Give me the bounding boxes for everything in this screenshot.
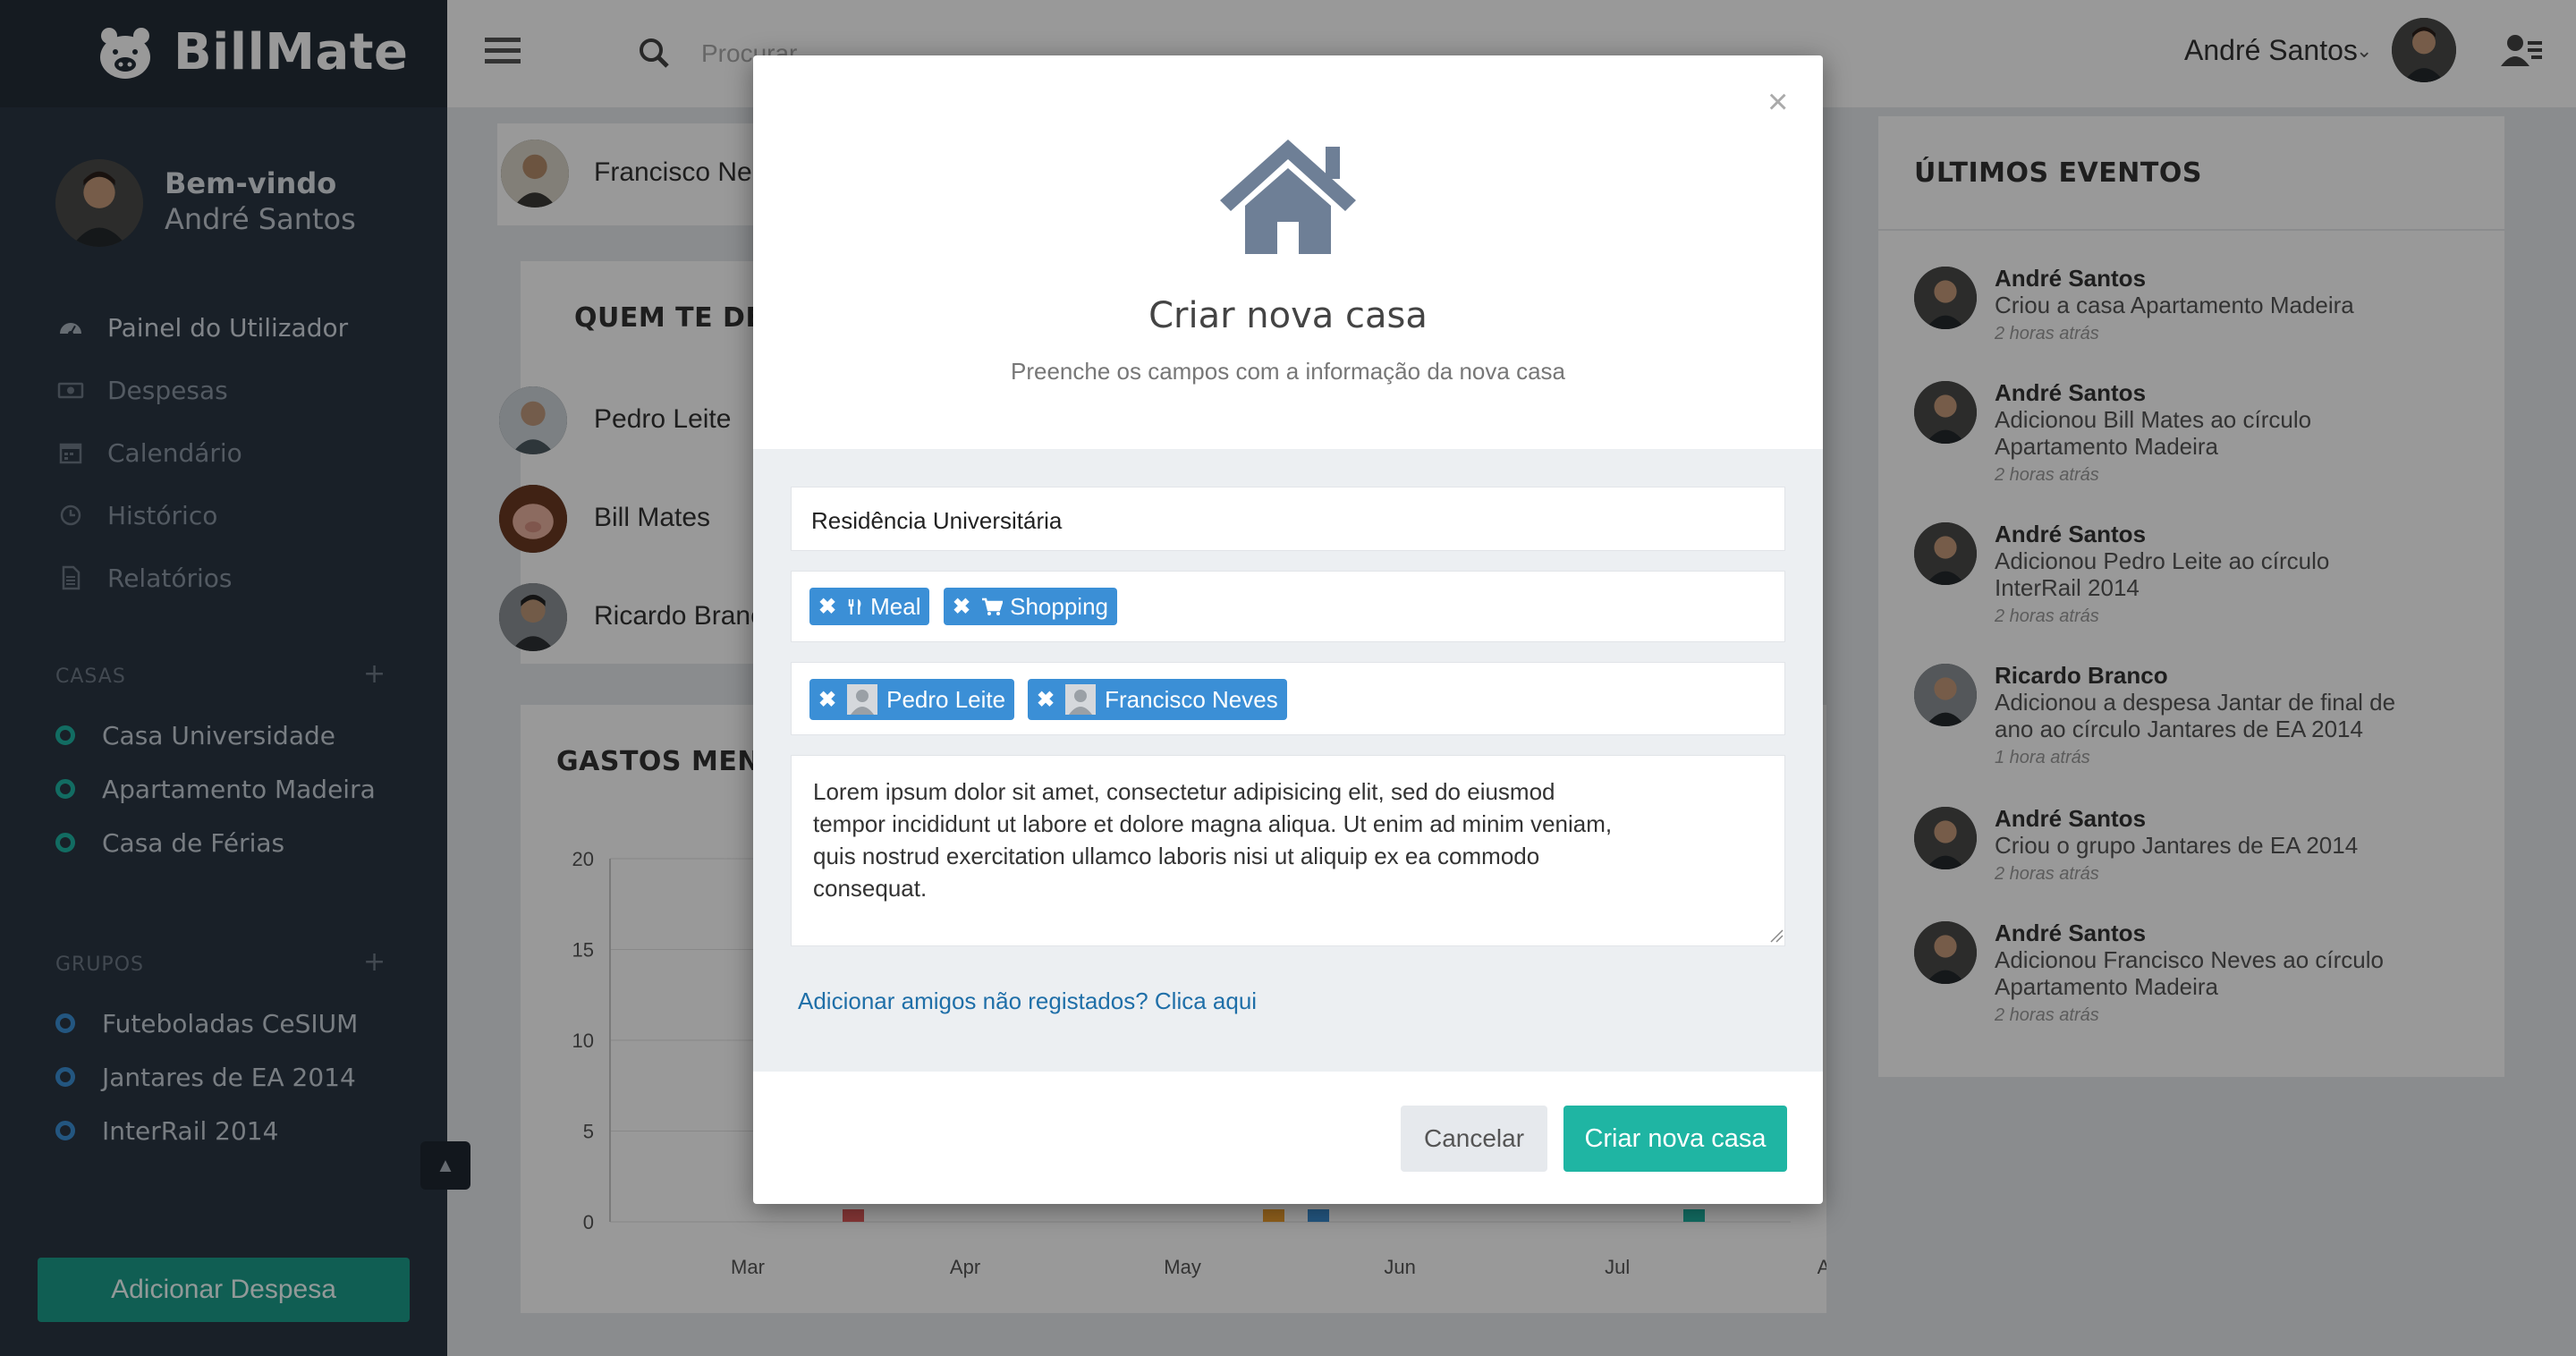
categories-input[interactable]: ✖ Meal ✖ Shopping <box>791 571 1785 642</box>
avatar-placeholder-icon <box>1065 684 1097 715</box>
remove-tag-icon[interactable]: ✖ <box>818 594 836 620</box>
tag-label: Meal <box>870 592 921 620</box>
resize-handle-icon[interactable] <box>1769 928 1784 943</box>
cutlery-icon <box>847 597 863 616</box>
cart-icon <box>981 597 1004 616</box>
tag-label: Francisco Neves <box>1105 685 1278 713</box>
close-icon[interactable]: × <box>1767 82 1788 123</box>
house-icon <box>1213 132 1363 258</box>
tag-label: Pedro Leite <box>886 685 1006 713</box>
remove-tag-icon[interactable]: ✖ <box>1037 687 1055 713</box>
category-tag-shopping: ✖ Shopping <box>944 588 1117 625</box>
add-unregistered-friends-link[interactable]: Adicionar amigos não registados? Clica a… <box>798 987 1257 1015</box>
member-tag: ✖ Pedro Leite <box>809 679 1015 720</box>
cancel-button[interactable]: Cancelar <box>1401 1106 1547 1172</box>
description-textarea[interactable]: Lorem ipsum dolor sit amet, consectetur … <box>791 755 1785 946</box>
modal-subtitle: Preenche os campos com a informação da n… <box>1010 358 1565 385</box>
house-name-input[interactable]: Residência Universitária <box>791 487 1785 551</box>
tag-label: Shopping <box>1010 592 1108 620</box>
remove-tag-icon[interactable]: ✖ <box>953 594 970 620</box>
modal-title: Criar nova casa <box>1148 295 1428 336</box>
members-input[interactable]: ✖ Pedro Leite ✖ Francisco Neves <box>791 662 1785 735</box>
avatar-placeholder-icon <box>847 684 878 715</box>
remove-tag-icon[interactable]: ✖ <box>818 687 836 713</box>
create-house-button[interactable]: Criar nova casa <box>1563 1106 1787 1172</box>
member-tag: ✖ Francisco Neves <box>1028 679 1287 720</box>
category-tag-meal: ✖ Meal <box>809 588 930 625</box>
